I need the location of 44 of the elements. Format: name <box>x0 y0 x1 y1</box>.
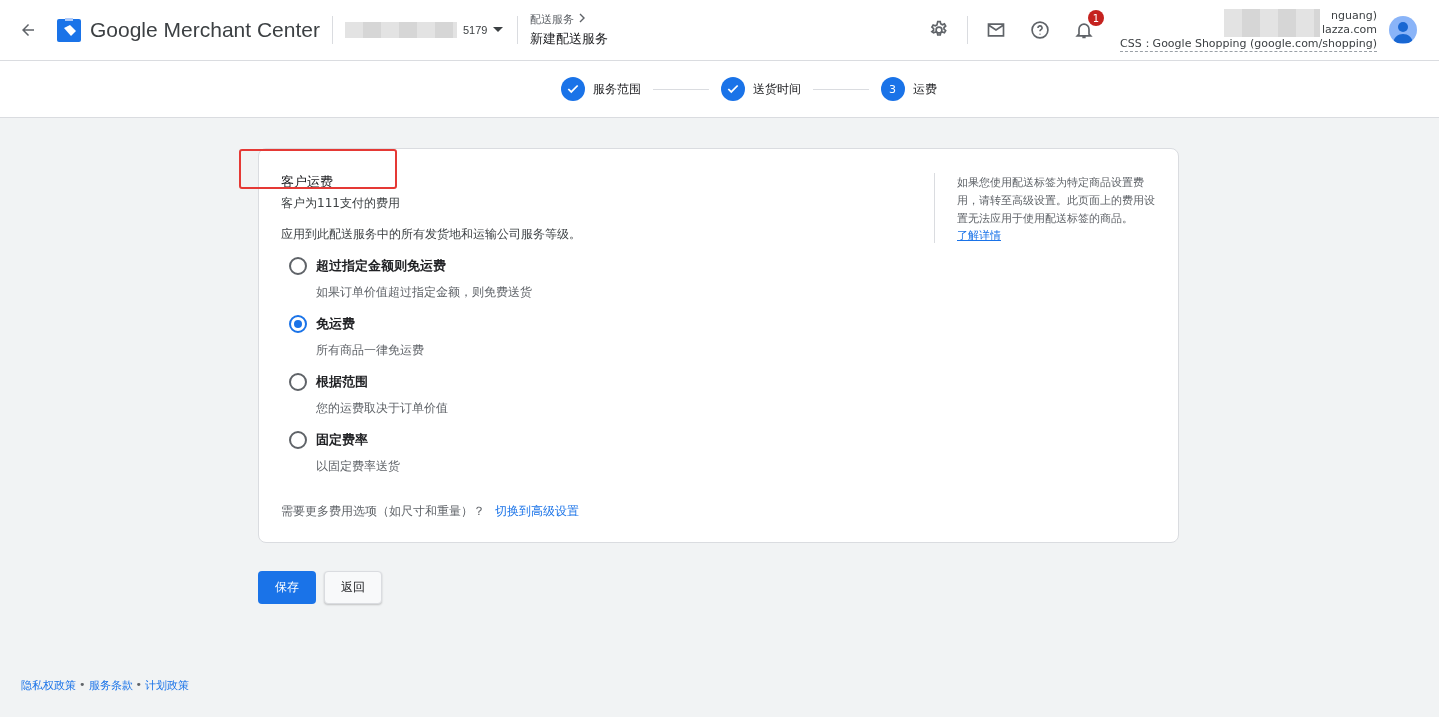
radio-button[interactable] <box>289 257 307 275</box>
option-hint: 所有商品一律免运费 <box>316 342 425 359</box>
step-label: 运费 <box>912 80 937 98</box>
page-title: 新建配送服务 <box>529 30 608 48</box>
option-label: 免运费 <box>316 315 355 333</box>
section-title: 客户运费 <box>281 173 334 191</box>
advanced-settings-link[interactable]: 切换到高级设置 <box>495 503 579 520</box>
tag-logo-icon <box>56 17 82 43</box>
option-label: 固定费率 <box>316 431 368 449</box>
save-button[interactable]: 保存 <box>258 571 316 604</box>
step-label: 服务范围 <box>592 80 641 98</box>
user-email: lazza.com <box>1321 22 1377 37</box>
option-hint: 以固定费率送货 <box>316 458 401 475</box>
separator-dot: • <box>79 678 86 693</box>
radio-button[interactable] <box>289 373 307 391</box>
section-subtitle: 客户为111支付的费用 <box>281 195 401 212</box>
back-button[interactable]: 返回 <box>324 571 382 604</box>
option-label: 根据范围 <box>316 373 368 391</box>
radio-button[interactable] <box>289 431 307 449</box>
section-description: 应用到此配送服务中的所有发货地和运输公司服务等级。 <box>281 226 582 243</box>
avatar-icon[interactable] <box>1389 16 1417 44</box>
notification-badge: 1 <box>1087 10 1104 26</box>
radio-button[interactable] <box>289 315 307 333</box>
chevron-right-icon <box>577 13 586 23</box>
footer-link[interactable]: 计划政策 <box>145 678 189 693</box>
mail-icon <box>985 20 1006 40</box>
info-text: 如果您使用配送标签为特定商品设置费用，请转至高级设置。此页面上的费用设置无法应用于使用配送标签的商品。 <box>957 175 1156 226</box>
caret-icon <box>493 27 504 33</box>
option-hint: 您的运费取决于订单价值 <box>316 400 449 417</box>
footer-link[interactable]: 服务条款 <box>88 678 133 693</box>
step-number: 3 <box>880 77 905 101</box>
breadcrumb-link[interactable]: 配送服务 <box>529 12 608 27</box>
css-label: CSS：Google Shopping (google.com/shopping) <box>1119 36 1377 52</box>
step-label: 送货时间 <box>752 80 801 98</box>
separator-dot: • <box>135 678 142 693</box>
more-options-text: 需要更多费用选项（如尺寸和重量）？ <box>281 503 485 520</box>
user-name: nguang) <box>1331 8 1377 23</box>
help-icon <box>1029 20 1050 40</box>
option-label: 超过指定金额则免运费 <box>316 257 446 275</box>
learn-more-link[interactable]: 了解详情 <box>957 229 1001 243</box>
bell-icon <box>1073 20 1094 40</box>
footer-link[interactable]: 隐私权政策 <box>21 678 76 693</box>
product-name: Google Merchant Center <box>90 18 320 42</box>
option-hint: 如果订单价值超过指定金额，则免费送货 <box>316 284 533 301</box>
